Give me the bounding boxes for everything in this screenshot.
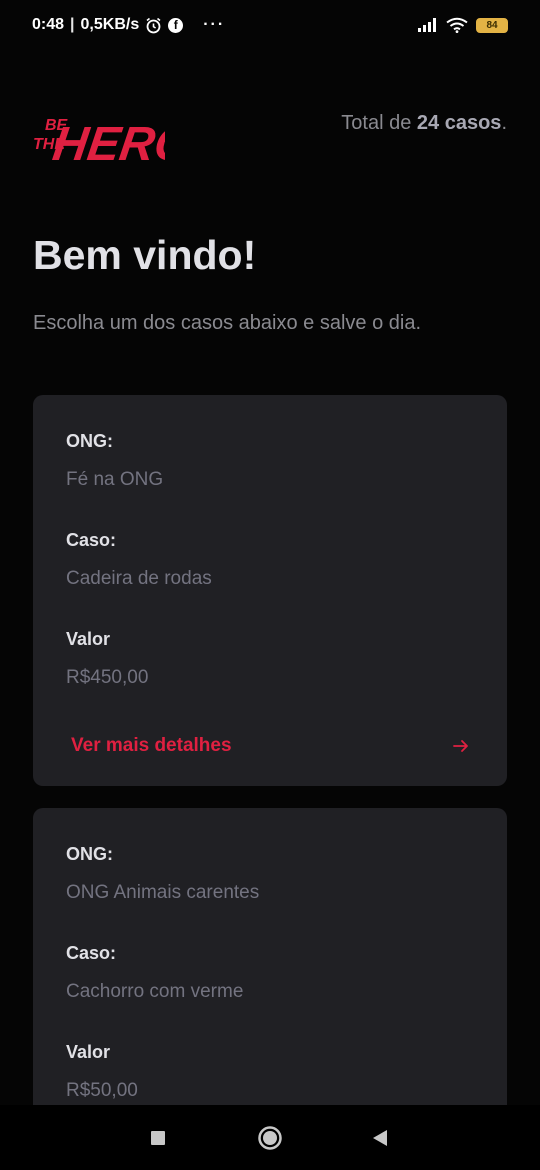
- case-field: Caso: Cadeira de rodas: [66, 530, 474, 592]
- ong-field: ONG: ONG Animais carentes: [66, 844, 474, 906]
- square-icon: [151, 1131, 165, 1145]
- signal-icon: [418, 18, 438, 32]
- total-cases: Total de 24 casos.: [341, 112, 507, 135]
- page-title: Bem vindo!: [33, 232, 257, 278]
- status-bar: 0:48 | 0,5KB/s f ··· 84: [0, 0, 540, 50]
- facebook-icon: f: [168, 17, 184, 33]
- wifi-icon: [446, 17, 468, 33]
- recents-button[interactable]: [145, 1125, 171, 1151]
- system-nav-bar: [0, 1105, 540, 1170]
- value-amount: R$450,00: [66, 667, 149, 688]
- case-label: Caso:: [66, 943, 117, 963]
- back-button[interactable]: [367, 1125, 393, 1151]
- value-field: Valor R$450,00: [66, 629, 474, 691]
- incident-card: ONG: ONG Animais carentes Caso: Cachorro…: [33, 808, 507, 1105]
- ong-value: ONG Animais carentes: [66, 882, 260, 903]
- case-value: Cachorro com verme: [66, 981, 244, 1002]
- see-details-label: Ver mais detalhes: [71, 735, 232, 756]
- incident-card: ONG: Fé na ONG Caso: Cadeira de rodas Va…: [33, 395, 507, 786]
- status-right: 84: [418, 17, 508, 33]
- case-label: Caso:: [66, 530, 117, 550]
- status-separator: |: [70, 16, 75, 33]
- more-dots-icon: ···: [203, 16, 226, 33]
- status-left: 0:48 | 0,5KB/s f ···: [32, 16, 225, 34]
- ong-value: Fé na ONG: [66, 469, 164, 490]
- incident-list[interactable]: ONG: Fé na ONG Caso: Cadeira de rodas Va…: [33, 395, 507, 1105]
- ong-label: ONG:: [66, 431, 113, 451]
- header: BE THE HERO Total de 24 casos.: [33, 104, 507, 168]
- total-suffix: .: [501, 112, 507, 134]
- case-value: Cadeira de rodas: [66, 568, 212, 589]
- battery-icon: 84: [476, 17, 508, 33]
- status-speed: 0,5KB/s: [80, 16, 140, 33]
- circle-icon: [258, 1126, 282, 1150]
- be-the-hero-logo: BE THE HERO: [33, 117, 165, 166]
- case-field: Caso: Cachorro com verme: [66, 943, 474, 1005]
- alarm-icon: [145, 17, 162, 34]
- see-details-button[interactable]: Ver mais detalhes: [66, 735, 474, 757]
- arrow-right-icon: [453, 740, 468, 752]
- value-label: Valor: [66, 1042, 111, 1062]
- logo-text-hero: HERO: [50, 117, 165, 166]
- value-label: Valor: [66, 629, 111, 649]
- page-subtitle: Escolha um dos casos abaixo e salve o di…: [33, 312, 421, 334]
- value-field: Valor R$50,00: [66, 1042, 474, 1104]
- ong-field: ONG: Fé na ONG: [66, 431, 474, 493]
- ong-label: ONG:: [66, 844, 113, 864]
- total-count: 24 casos: [416, 112, 502, 134]
- total-prefix: Total de: [341, 112, 412, 134]
- value-amount: R$50,00: [66, 1080, 138, 1101]
- triangle-back-icon: [373, 1130, 387, 1146]
- home-button[interactable]: [257, 1125, 283, 1151]
- status-time: 0:48: [32, 16, 65, 33]
